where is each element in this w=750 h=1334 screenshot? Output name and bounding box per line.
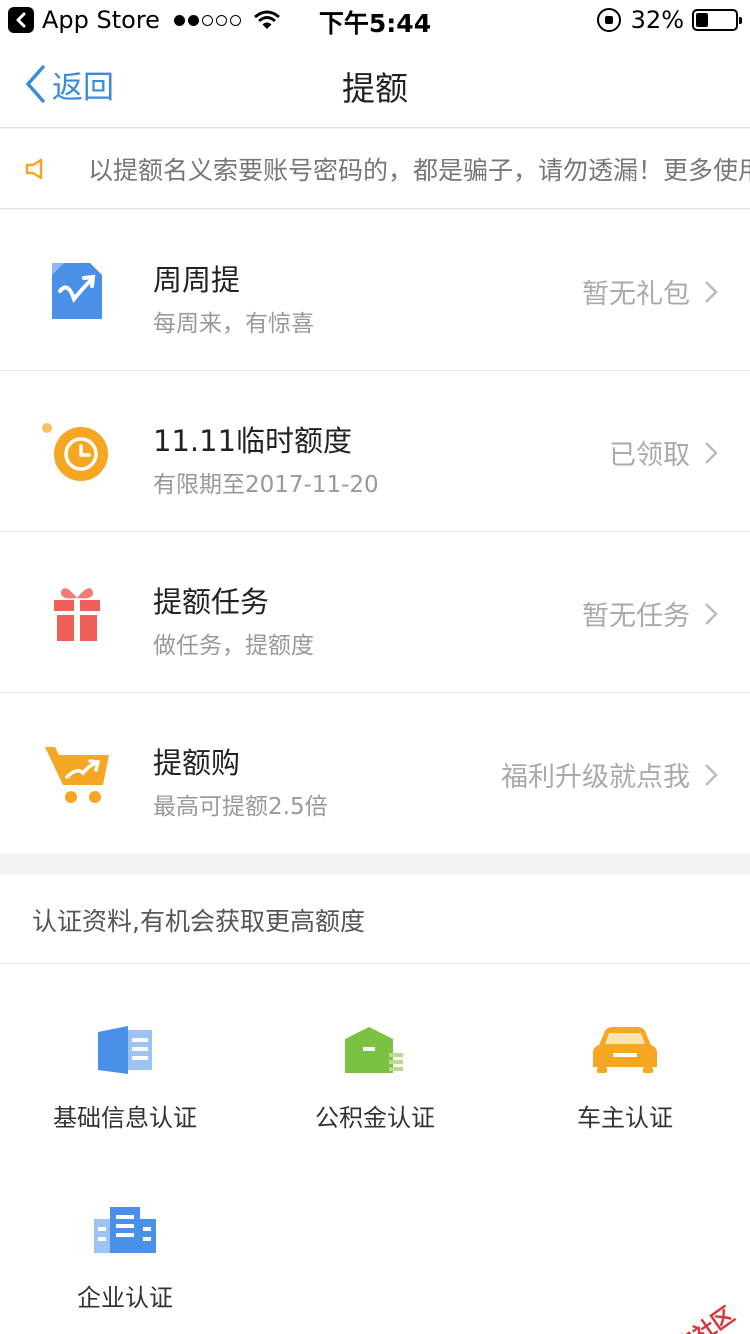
- cert-label: 公积金认证: [315, 1104, 435, 1132]
- promo-title: 提额购: [153, 746, 241, 780]
- promo-right: 已领取: [609, 433, 718, 472]
- promo-item-shopping[interactable]: 提额购 最高可提额2.5倍 福利升级就点我: [0, 693, 750, 854]
- promo-item-tasks[interactable]: 提额任务 做任务，提额度 暂无任务: [0, 532, 750, 693]
- id-card-icon: [0, 1020, 250, 1080]
- nav-bar: 返回 提额: [0, 40, 750, 128]
- chevron-right-icon: [705, 441, 718, 464]
- promo-status: 暂无礼包: [582, 279, 690, 310]
- cert-section: 认证资料,有机会获取更高额度 基础信息认证 公积金认证 车主认证 企业认证: [0, 874, 750, 1334]
- promo-status: 已领取: [609, 440, 690, 471]
- cert-item-car-owner[interactable]: 车主认证: [500, 1020, 750, 1180]
- promo-right: 暂无任务: [582, 594, 718, 633]
- cert-label: 企业认证: [77, 1284, 173, 1312]
- signal-strength-icon: [173, 14, 244, 26]
- speaker-icon: [25, 158, 43, 179]
- promo-right: 福利升级就点我: [501, 755, 718, 794]
- cert-item-housing-fund[interactable]: 公积金认证: [250, 1020, 500, 1180]
- car-icon: [500, 1020, 750, 1080]
- chevron-right-icon: [705, 280, 718, 303]
- back-to-app-icon[interactable]: [8, 7, 34, 33]
- promo-item-temp-limit[interactable]: 11.11临时额度 有限期至2017-11-20 已领取: [0, 371, 750, 532]
- building-icon: [0, 1200, 250, 1260]
- promo-list: 周周提 每周来，有惊喜 暂无礼包 11.11临时额度 有限期至2017-11-2…: [0, 210, 750, 854]
- warehouse-icon: [250, 1020, 500, 1080]
- cert-label: 基础信息认证: [53, 1104, 197, 1132]
- chevron-right-icon: [705, 602, 718, 625]
- notice-banner: 以提额名义索要账号密码的，都是骗子，请勿透漏！更多使用: [0, 129, 750, 209]
- promo-subtitle: 最高可提额2.5倍: [153, 794, 328, 820]
- status-right: 32%: [596, 4, 742, 36]
- promo-status: 暂无任务: [582, 601, 690, 632]
- weekly-chart-icon: [36, 250, 118, 332]
- cert-label: 车主认证: [577, 1104, 673, 1132]
- cart-icon: [36, 733, 118, 815]
- cert-header: 认证资料,有机会获取更高额度: [0, 874, 750, 964]
- cert-item-enterprise[interactable]: 企业认证: [0, 1200, 250, 1334]
- chevron-right-icon: [705, 763, 718, 786]
- promo-status: 福利升级就点我: [501, 762, 690, 793]
- promo-title: 11.11临时额度: [153, 424, 353, 458]
- battery-icon: [692, 9, 742, 31]
- promo-title: 提额任务: [153, 585, 270, 619]
- section-divider: [0, 854, 750, 874]
- battery-fill: [696, 13, 709, 27]
- promo-right: 暂无礼包: [582, 272, 718, 311]
- notice-text: 以提额名义索要账号密码的，都是骗子，请勿透漏！更多使用: [88, 155, 750, 185]
- promo-subtitle: 有限期至2017-11-20: [153, 472, 379, 498]
- clock-icon: [36, 411, 118, 493]
- promo-subtitle: 做任务，提额度: [153, 633, 314, 659]
- battery-percent: 32%: [630, 6, 684, 34]
- gift-icon: [36, 572, 118, 654]
- cert-header-text: 认证资料,有机会获取更高额度: [32, 907, 365, 936]
- page-title: 提额: [342, 69, 408, 108]
- status-left: App Store: [8, 4, 280, 36]
- carrier-label[interactable]: App Store: [42, 6, 160, 34]
- status-bar: App Store 下午5:44 32%: [0, 0, 750, 40]
- rotation-lock-icon: [596, 8, 621, 32]
- cert-item-basic-info[interactable]: 基础信息认证: [0, 1020, 250, 1180]
- promo-title: 周周提: [153, 263, 241, 297]
- promo-item-weekly[interactable]: 周周提 每周来，有惊喜 暂无礼包: [0, 210, 750, 371]
- promo-subtitle: 每周来，有惊喜: [153, 311, 314, 337]
- wifi-icon: [254, 10, 280, 29]
